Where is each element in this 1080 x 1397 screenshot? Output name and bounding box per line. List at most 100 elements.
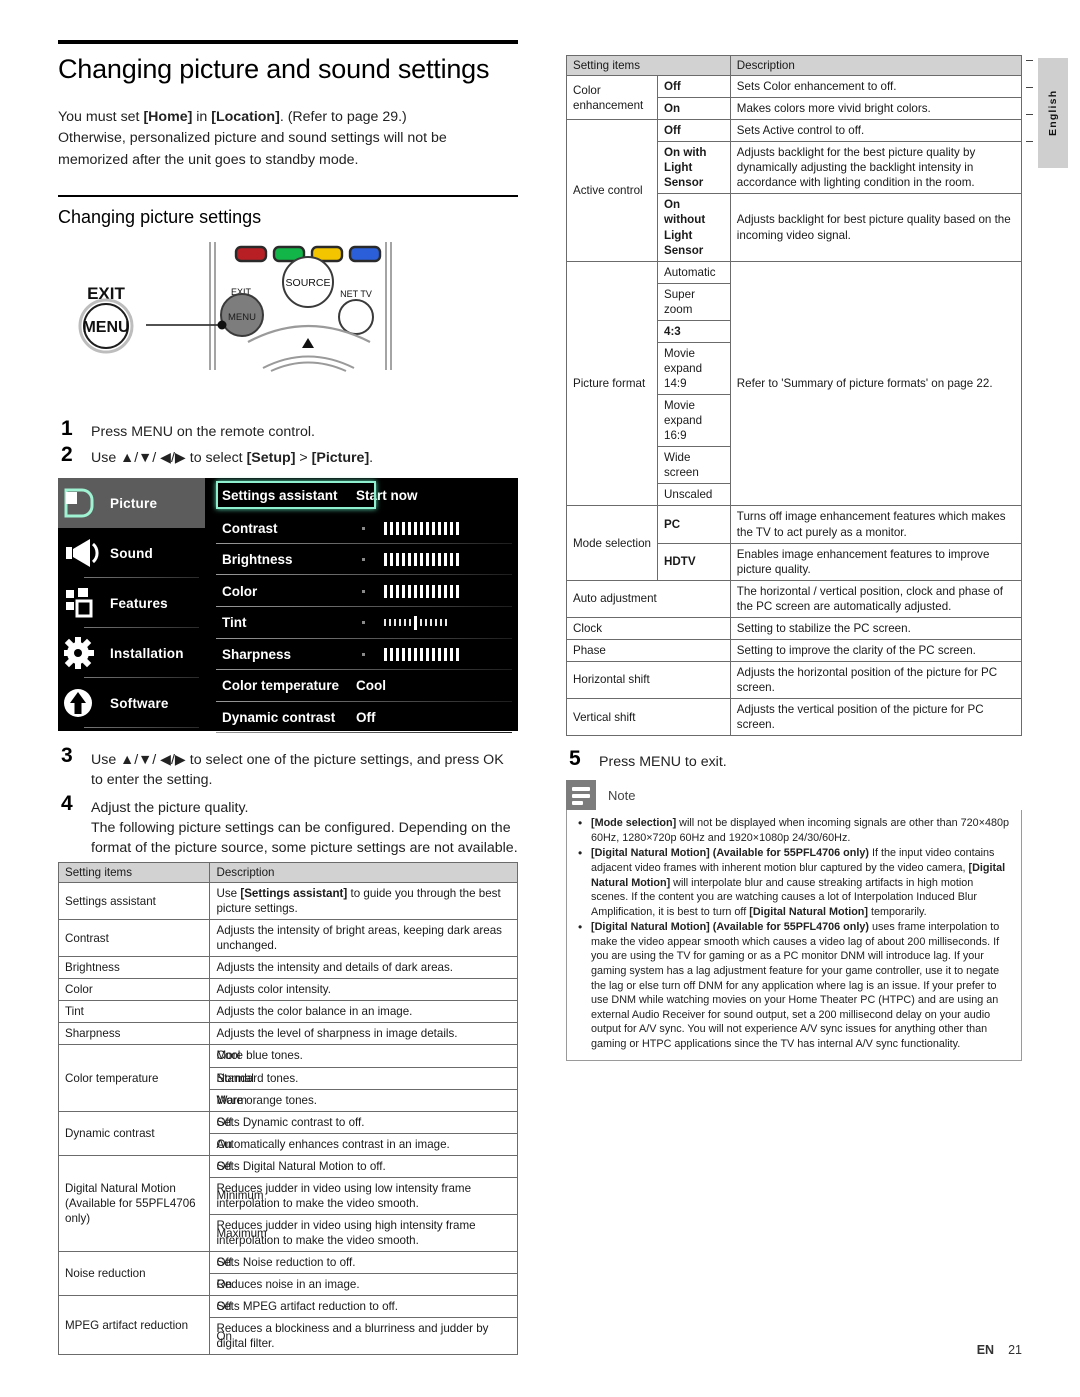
- cell-desc: Adjusts the intensity and details of dar…: [209, 956, 518, 980]
- osd-row-color[interactable]: Color: [206, 575, 518, 607]
- cell-desc: Sets Dynamic contrast to off.: [209, 1110, 518, 1134]
- osd-row-color-temperature[interactable]: Color temperature Cool: [206, 670, 518, 702]
- cell-option: Super zoom: [657, 282, 731, 321]
- sharpness-slider[interactable]: [362, 647, 459, 661]
- osd-row-dynamic-contrast[interactable]: Dynamic contrast Off: [206, 702, 518, 734]
- cell-option: Automatic: [657, 260, 731, 284]
- table-row: Contrast Adjusts the intensity of bright…: [57, 919, 518, 958]
- cell-option: On with Light Sensor: [657, 141, 731, 195]
- osd-row-brightness[interactable]: Brightness: [206, 544, 518, 576]
- gear-icon: [62, 636, 104, 670]
- steps-list-2: 3 Use ▲/▼/ ◀/▶ to select one of the pict…: [58, 745, 518, 858]
- osd-sidebar-item-software[interactable]: Software: [58, 678, 205, 729]
- step-2-text: Use ▲/▼/ ◀/▶ to select [Setup] > [Pictur…: [91, 444, 373, 468]
- cell-desc: More orange tones.: [209, 1088, 518, 1112]
- cell-desc: Sets Active control to off.: [729, 119, 1023, 143]
- cell-item: Noise reduction: [57, 1251, 211, 1297]
- section-subheading: Changing picture settings: [58, 206, 262, 227]
- osd-label-brightness: Brightness: [222, 552, 293, 568]
- cell-desc: Sets MPEG artifact reduction to off.: [209, 1295, 518, 1319]
- note-block: Note [Mode selection] will not be displa…: [566, 780, 1022, 1062]
- step-3: 3 Use ▲/▼/ ◀/▶ to select one of the pict…: [58, 745, 518, 790]
- cell-item: Auto adjustment: [566, 579, 731, 618]
- cell-desc: Adjusts color intensity.: [209, 978, 518, 1002]
- cell-item: Picture format: [566, 260, 658, 507]
- cell-item: Dynamic contrast: [57, 1110, 211, 1156]
- cell-item: Color enhancement: [566, 74, 658, 121]
- svg-text:MENU: MENU: [82, 319, 129, 336]
- note-lines-icon: [566, 780, 596, 811]
- table-row: Sharpness Adjusts the level of sharpness…: [57, 1022, 518, 1046]
- step-2-text-c: >: [295, 450, 312, 467]
- table-row: Picture format Automatic Refer to 'Summa…: [566, 260, 1023, 507]
- table-row: Color enhancement Off Sets Color enhance…: [566, 74, 1023, 121]
- osd-row-sharpness[interactable]: Sharpness: [206, 639, 518, 671]
- step-1-number: 1: [61, 416, 73, 440]
- tab-tick-marks: [1026, 60, 1033, 172]
- cell-item: Color: [57, 978, 211, 1002]
- osd-sidebar-label-software: Software: [110, 695, 169, 711]
- cell-desc: Adjusts the intensity of bright areas, k…: [209, 919, 518, 958]
- step-2-text-e: .: [369, 450, 374, 467]
- cell-option: On without Light Sensor: [657, 193, 731, 262]
- cell-option: Off: [657, 74, 731, 99]
- page-footer: EN 21: [0, 1343, 1022, 1357]
- cell-desc: Adjusts the horizontal position of the p…: [729, 660, 1023, 700]
- brightness-slider[interactable]: [362, 553, 459, 567]
- color-slider[interactable]: [362, 584, 459, 598]
- cell-desc: Adjusts backlight for the best picture q…: [729, 141, 1023, 195]
- contrast-slider[interactable]: [362, 521, 459, 535]
- cell-desc: Enables image enhancement features to im…: [729, 542, 1023, 581]
- osd-label-tint: Tint: [222, 615, 247, 631]
- step-2-number: 2: [61, 443, 73, 467]
- note-title: Note: [608, 787, 636, 803]
- table-row: Vertical shift Adjusts the vertical posi…: [566, 698, 1023, 737]
- table-row: Digital Natural Motion (Available for 55…: [57, 1154, 518, 1253]
- svg-text:SOURCE: SOURCE: [286, 277, 331, 289]
- osd-value-dynamic-contrast: Off: [356, 710, 376, 726]
- step-5-text: Press MENU to exit.: [599, 754, 727, 771]
- cell-desc: Reduces judder in video using high inten…: [209, 1213, 518, 1253]
- tint-slider[interactable]: [362, 615, 447, 630]
- step-5: 5 Press MENU to exit.: [566, 748, 1022, 772]
- table-row: Tint Adjusts the color balance in an ima…: [57, 1000, 518, 1024]
- osd-row-tint[interactable]: Tint: [206, 607, 518, 639]
- table-header-setting-items: Setting items: [566, 55, 731, 76]
- osd-sidebar-item-features[interactable]: Features: [58, 578, 205, 629]
- footer-language-code: EN: [976, 1343, 995, 1357]
- cell-desc: Setting to improve the clarity of the PC…: [729, 638, 1023, 662]
- cell-option: 4:3: [657, 319, 731, 343]
- table-row: Color Adjusts color intensity.: [57, 978, 518, 1002]
- language-tab: English: [1038, 58, 1068, 168]
- cell-desc: More blue tones.: [209, 1044, 518, 1068]
- table-header-description: Description: [729, 55, 1023, 76]
- picture-settings-table: Setting items Description Settings assis…: [57, 861, 518, 1356]
- cell-item: Phase: [566, 638, 731, 662]
- cell-option: Wide screen: [657, 446, 731, 485]
- remote-control-figure: SOURCE NET TV EXIT MENU EXIT MENU: [58, 241, 518, 412]
- osd-label-sharpness: Sharpness: [222, 646, 292, 662]
- step-2-setup-token: [Setup]: [246, 450, 296, 467]
- table-header-row: Setting items Description: [566, 55, 1023, 76]
- osd-row-contrast[interactable]: Contrast: [206, 512, 518, 544]
- cell-option: Off: [657, 119, 731, 143]
- table-row: Dynamic contrast Off Sets Dynamic contra…: [57, 1110, 518, 1156]
- right-column: Setting items Description Color enhancem…: [566, 55, 1023, 1062]
- osd-settings-panel: Settings assistant Start now Contrast Br…: [206, 478, 518, 734]
- osd-row-settings-assistant[interactable]: Settings assistant Start now: [206, 478, 518, 512]
- step-2-text-a: Use ▲/▼/ ◀/▶ to select: [91, 450, 247, 467]
- table-row: Brightness Adjusts the intensity and det…: [57, 956, 518, 980]
- osd-sidebar-item-picture[interactable]: Picture: [58, 478, 205, 529]
- cell-desc: Refer to 'Summary of picture formats' on…: [729, 260, 1023, 507]
- cell-option: On: [657, 97, 731, 121]
- osd-sidebar-item-installation[interactable]: Installation: [58, 628, 205, 679]
- osd-sidebar-divider: [84, 727, 199, 729]
- svg-text:NET TV: NET TV: [340, 289, 372, 299]
- osd-sidebar: Picture Sound Features Installation Soft…: [58, 478, 205, 732]
- osd-sidebar-item-sound[interactable]: Sound: [58, 528, 205, 579]
- cell-desc: Adjusts the vertical position of the pic…: [729, 698, 1023, 737]
- cell-item: Mode selection: [566, 505, 658, 581]
- note-header: Note: [566, 780, 1022, 811]
- cell-desc: Turns off image enhancement features whi…: [729, 505, 1023, 544]
- cell-item: Brightness: [57, 956, 211, 980]
